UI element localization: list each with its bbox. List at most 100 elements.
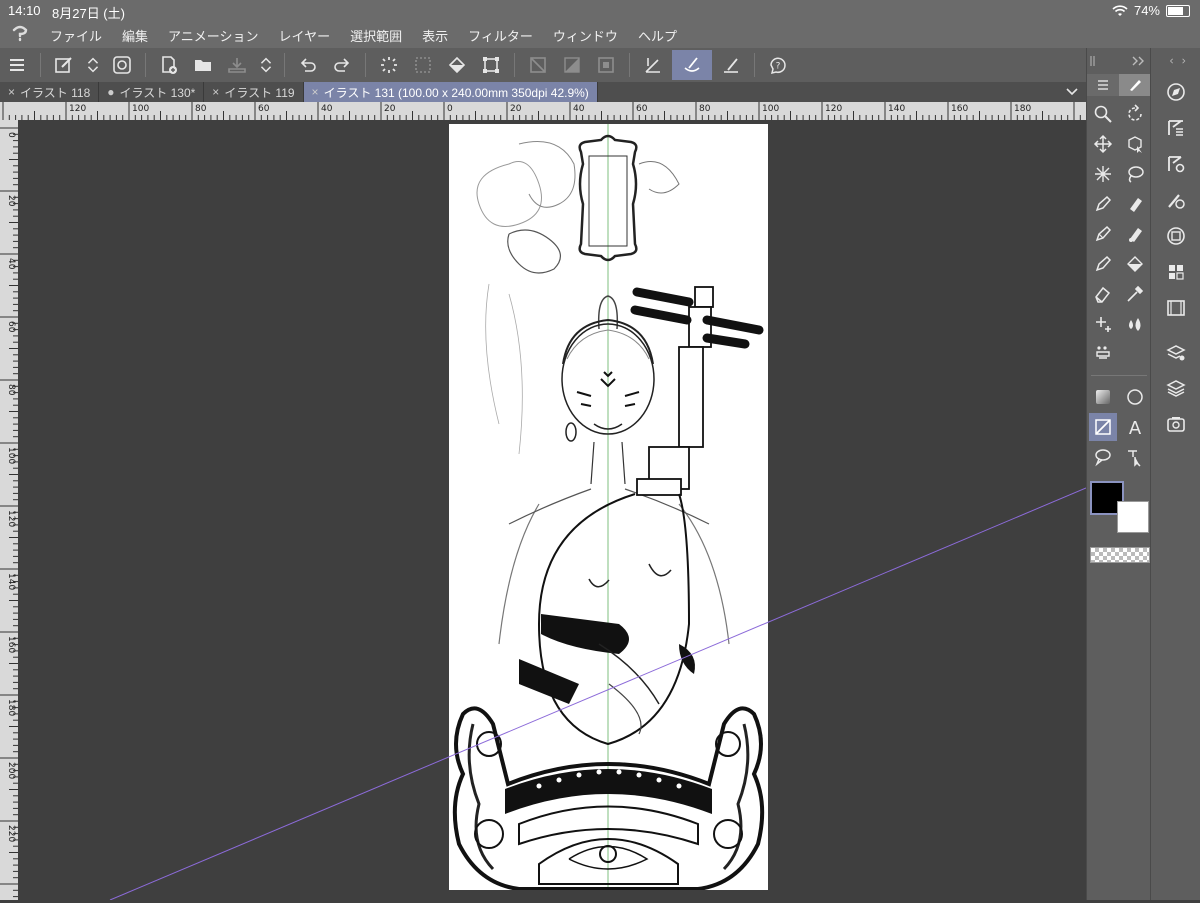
new-file-icon[interactable] — [154, 50, 184, 80]
help-icon[interactable]: ? — [763, 50, 793, 80]
ruler-label: 120 — [69, 104, 86, 114]
tab-illust-119[interactable]: × イラスト 119 — [204, 82, 304, 102]
tab-label: イラスト 118 — [20, 85, 91, 100]
ruler-label: 80 — [699, 104, 711, 114]
fill-bucket-icon[interactable] — [442, 50, 472, 80]
decoration-tool-icon[interactable] — [1089, 310, 1117, 338]
rotate-tool-icon[interactable] — [1121, 100, 1149, 128]
navigator-icon[interactable] — [1151, 74, 1200, 110]
inverse-selection-icon[interactable] — [591, 50, 621, 80]
airbrush-tool-icon[interactable] — [1089, 250, 1117, 278]
ruler-label: 140 — [6, 573, 16, 590]
move-tool-icon[interactable] — [1089, 130, 1117, 158]
panel-menu-icon[interactable] — [1087, 74, 1119, 96]
pen-tool-icon[interactable] — [1089, 190, 1117, 218]
ruler-tool-icon[interactable] — [1089, 413, 1117, 441]
tab-illust-130[interactable]: ● イラスト 130* — [99, 82, 205, 102]
tab-illust-131[interactable]: × イラスト 131 (100.00 x 240.00mm 350dpi 42.… — [303, 82, 598, 102]
clear-selection-icon[interactable] — [408, 50, 438, 80]
snap-special-ruler-icon[interactable] — [672, 50, 712, 80]
ruler-label: 160 — [6, 636, 16, 653]
gradient-tool-icon[interactable] — [1089, 383, 1117, 411]
correct-line-tool-icon[interactable] — [1121, 443, 1149, 471]
figure-tool-icon[interactable] — [1121, 383, 1149, 411]
canvas-area[interactable] — [18, 120, 1086, 900]
save-icon[interactable] — [222, 50, 252, 80]
redo-icon[interactable] — [327, 50, 357, 80]
ruler-label: 40 — [573, 104, 585, 114]
unsaved-dot-icon: ● — [107, 85, 115, 99]
updown-chevron-icon[interactable] — [83, 50, 103, 80]
close-icon[interactable]: × — [8, 85, 15, 99]
lasso-tool-icon[interactable] — [1121, 160, 1149, 188]
auto-select-tool-icon[interactable] — [1089, 160, 1117, 188]
status-time: 14:10 — [8, 3, 41, 18]
menu-edit[interactable]: 編集 — [112, 26, 158, 45]
eraser-tool-icon[interactable] — [1089, 280, 1117, 308]
pencil-tool-icon[interactable] — [1089, 220, 1117, 248]
menu-help[interactable]: ヘルプ — [628, 26, 687, 45]
edit-canvas-icon[interactable] — [49, 50, 79, 80]
timeline-icon[interactable] — [1151, 290, 1200, 326]
menu-layer[interactable]: レイヤー — [269, 26, 341, 45]
panel-collapse-icon[interactable] — [1087, 48, 1151, 74]
battery-icon — [1166, 4, 1190, 17]
text-tool-icon[interactable]: A — [1121, 413, 1149, 441]
snap-grid-icon[interactable] — [716, 50, 746, 80]
tone-icon[interactable] — [557, 50, 587, 80]
tab-illust-118[interactable]: × イラスト 118 — [0, 82, 100, 102]
ruler-label: 20 — [6, 195, 16, 207]
tool-tab-pen-icon[interactable] — [1119, 74, 1151, 96]
wifi-icon — [1112, 4, 1128, 16]
ruler-label: 180 — [1014, 104, 1031, 114]
layers-icon[interactable] — [1151, 370, 1200, 406]
status-bar: 14:10 8月27日 (土) 74% — [0, 0, 1200, 22]
ruler-label: 200 — [6, 762, 16, 779]
ruler-label: 20 — [510, 104, 522, 114]
command-bar: ? — [0, 48, 1086, 83]
sub-color-swatch[interactable] — [1117, 501, 1149, 533]
hide-selection-icon[interactable] — [523, 50, 553, 80]
tool-panel: A — [1086, 48, 1151, 900]
updown-chevron-icon[interactable] — [256, 50, 276, 80]
sub-tool-detail-icon[interactable] — [1151, 110, 1200, 146]
color-set-icon[interactable] — [1151, 254, 1200, 290]
close-icon[interactable]: × — [212, 85, 219, 99]
material-icon[interactable] — [1151, 406, 1200, 442]
hamburger-menu-icon[interactable] — [2, 50, 32, 80]
snap-ruler-icon[interactable] — [638, 50, 668, 80]
menu-bar: ファイル 編集 アニメーション レイヤー 選択範囲 表示 フィルター ウィンドウ… — [0, 22, 1200, 48]
open-folder-icon[interactable] — [188, 50, 218, 80]
loading-spinner-icon[interactable] — [374, 50, 404, 80]
app-logo-icon[interactable] — [0, 24, 40, 47]
tool-property-icon[interactable] — [1151, 146, 1200, 182]
dock-collapse-icon[interactable] — [1151, 48, 1200, 74]
color-wheel-icon[interactable] — [1151, 218, 1200, 254]
menu-selection[interactable]: 選択範囲 — [340, 26, 412, 45]
ruler-label: 160 — [951, 104, 968, 114]
vector-tool-icon[interactable] — [1089, 340, 1117, 368]
menu-filter[interactable]: フィルター — [458, 26, 543, 45]
chevron-down-icon[interactable] — [1058, 82, 1086, 102]
transform-icon[interactable] — [476, 50, 506, 80]
marker-tool-icon[interactable] — [1121, 190, 1149, 218]
blend-tool-icon[interactable] — [1121, 310, 1149, 338]
fill-tool-icon[interactable] — [1121, 250, 1149, 278]
brush-size-icon[interactable] — [1151, 182, 1200, 218]
menu-view[interactable]: 表示 — [412, 26, 458, 45]
menu-animation[interactable]: アニメーション — [158, 26, 268, 45]
menu-file[interactable]: ファイル — [40, 26, 112, 45]
layer-property-icon[interactable] — [1151, 334, 1200, 370]
object-tool-icon[interactable] — [1121, 130, 1149, 158]
horizontal-ruler: 120 100 80 60 40 20 0 20 40 60 80 100 120 140 160 180 — [0, 102, 1086, 121]
brush-tool-icon[interactable] — [1121, 220, 1149, 248]
close-icon[interactable]: × — [312, 85, 319, 99]
undo-icon[interactable] — [293, 50, 323, 80]
balloon-tool-icon[interactable] — [1089, 443, 1117, 471]
quick-access-icon[interactable] — [107, 50, 137, 80]
eyedropper-tool-icon[interactable] — [1121, 280, 1149, 308]
zoom-tool-icon[interactable] — [1089, 100, 1117, 128]
ruler-label: 220 — [6, 825, 16, 842]
menu-window[interactable]: ウィンドウ — [543, 26, 628, 45]
transparent-color-swatch[interactable] — [1090, 547, 1150, 563]
